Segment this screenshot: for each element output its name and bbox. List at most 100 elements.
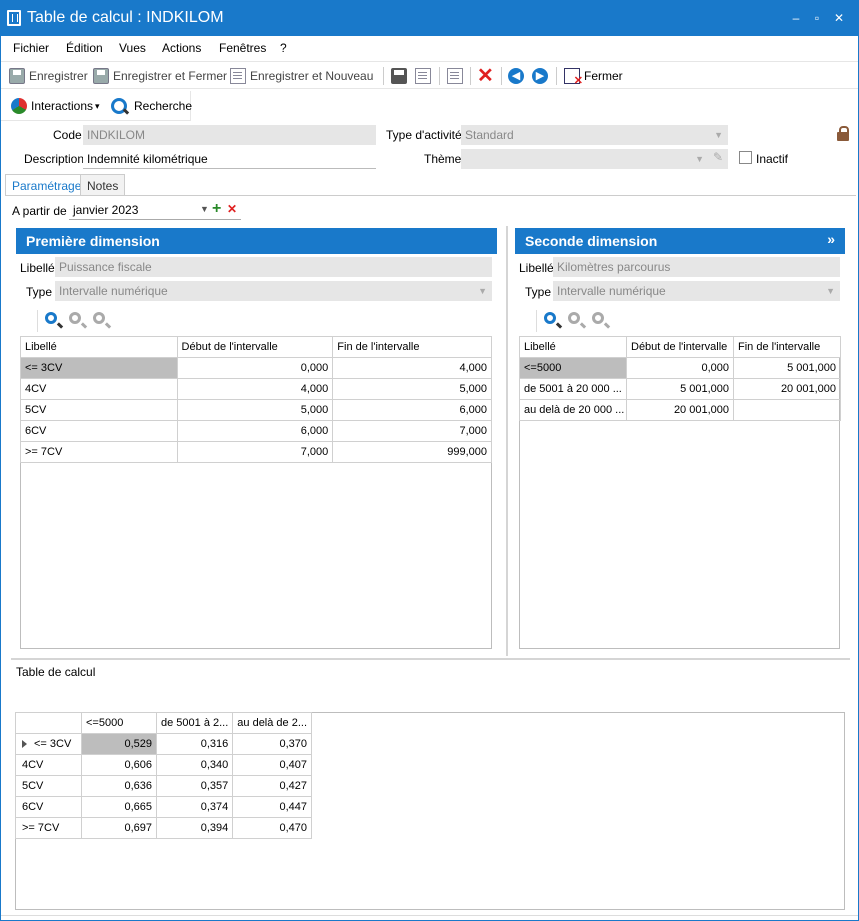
table-cell[interactable]: 4,000: [176, 378, 334, 400]
table-cell[interactable]: 4,000: [332, 357, 492, 379]
menu-vues[interactable]: Vues: [119, 41, 146, 55]
column-header[interactable]: Fin de l'intervalle: [733, 336, 841, 358]
table-cell[interactable]: 5CV: [20, 399, 178, 421]
table-cell[interactable]: 20 001,000: [626, 399, 734, 421]
first-type-select[interactable]: Intervalle numérique ▼: [55, 281, 492, 301]
table-cell[interactable]: <=5000: [519, 357, 627, 379]
table-cell[interactable]: 6CV: [20, 420, 178, 442]
table-row[interactable]: <= 3CV 0,000 4,000: [20, 357, 492, 379]
table-row[interactable]: 6CV 0,665 0,374 0,447: [15, 796, 313, 818]
table-cell[interactable]: 5 001,000: [626, 378, 734, 400]
tab-parametrage[interactable]: Paramétrage: [5, 174, 89, 196]
table-cell[interactable]: 0,529: [81, 733, 157, 755]
column-header[interactable]: Libellé: [20, 336, 178, 358]
table-cell[interactable]: 0,407: [232, 754, 313, 776]
table-cell[interactable]: 0,606: [81, 754, 157, 776]
previous-button[interactable]: ◀: [508, 67, 528, 85]
table-cell[interactable]: 20 001,000: [733, 378, 841, 400]
table-row[interactable]: >= 7CV 0,697 0,394 0,470: [15, 817, 313, 839]
table-cell[interactable]: [733, 399, 841, 421]
table-cell[interactable]: 0,340: [155, 754, 234, 776]
menu-fenetres[interactable]: Fenêtres: [219, 41, 266, 55]
vertical-splitter[interactable]: [506, 226, 508, 656]
table-cell[interactable]: 0,394: [155, 817, 234, 839]
table-row[interactable]: <=5000 0,000 5 001,000: [519, 357, 841, 379]
table-row[interactable]: >= 7CV 7,000 999,000: [20, 441, 492, 463]
zoom-out-button[interactable]: [91, 310, 109, 328]
table-cell[interactable]: 7,000: [176, 441, 334, 463]
maximize-button[interactable]: ▫: [810, 11, 824, 25]
save-close-button[interactable]: Enregistrer et Fermer: [93, 67, 227, 85]
table-cell[interactable]: 6,000: [176, 420, 334, 442]
table-cell[interactable]: 5 001,000: [733, 357, 841, 379]
add-icon[interactable]: +: [212, 200, 221, 218]
menu-help[interactable]: ?: [280, 41, 287, 55]
menu-fichier[interactable]: Fichier: [13, 41, 49, 55]
column-header[interactable]: Libellé: [519, 336, 627, 358]
code-field[interactable]: INDKILOM: [83, 125, 376, 145]
search-button[interactable]: Recherche: [111, 97, 192, 115]
interactions-button[interactable]: Interactions ▾: [11, 97, 100, 115]
zoom-out-button[interactable]: [590, 310, 608, 328]
tab-notes[interactable]: Notes: [80, 174, 126, 196]
table-row[interactable]: au delà de 20 000 ... 20 001,000: [519, 399, 841, 421]
zoom-in-button[interactable]: [67, 310, 85, 328]
table-row[interactable]: 4CV 0,606 0,340 0,407: [15, 754, 313, 776]
table-cell[interactable]: >= 7CV: [20, 441, 178, 463]
table-cell[interactable]: 0,447: [232, 796, 313, 818]
zoom-button[interactable]: [43, 310, 61, 328]
pencil-icon[interactable]: ✎: [713, 150, 723, 164]
table-cell[interactable]: 6,000: [332, 399, 492, 421]
column-header[interactable]: <=5000: [81, 712, 157, 734]
zoom-button[interactable]: [542, 310, 560, 328]
column-header[interactable]: Début de l'intervalle: [626, 336, 734, 358]
menu-edition[interactable]: Édition: [66, 41, 103, 55]
activity-type-select[interactable]: Standard ▼: [461, 125, 728, 145]
delete-button[interactable]: ✕: [477, 66, 497, 86]
table-row[interactable]: 5CV 5,000 6,000: [20, 399, 492, 421]
next-button[interactable]: ▶: [532, 67, 552, 85]
inactive-checkbox[interactable]: [739, 151, 752, 164]
table-cell[interactable]: 4CV: [20, 378, 178, 400]
double-chevron-right-icon[interactable]: »: [827, 231, 835, 247]
second-libelle-field[interactable]: Kilomètres parcourus: [553, 257, 840, 277]
table-row[interactable]: 6CV 6,000 7,000: [20, 420, 492, 442]
save-new-button[interactable]: Enregistrer et Nouveau: [230, 67, 373, 85]
theme-select[interactable]: ▼ ✎: [461, 149, 728, 169]
remove-icon[interactable]: ✕: [227, 202, 237, 216]
table-cell[interactable]: 7,000: [332, 420, 492, 442]
column-header[interactable]: de 5001 à 2...: [155, 712, 234, 734]
table-cell[interactable]: au delà de 20 000 ...: [519, 399, 627, 421]
table-cell[interactable]: 0,697: [81, 817, 157, 839]
minimize-button[interactable]: –: [789, 11, 803, 25]
column-header[interactable]: Fin de l'intervalle: [332, 336, 492, 358]
table-cell[interactable]: 0,470: [232, 817, 313, 839]
copy-button[interactable]: [447, 67, 467, 85]
table-row[interactable]: de 5001 à 20 000 ... 5 001,000 20 001,00…: [519, 378, 841, 400]
table-cell[interactable]: 0,665: [81, 796, 157, 818]
table-cell[interactable]: 5,000: [176, 399, 334, 421]
from-date-select[interactable]: janvier 2023 ▼ + ✕: [69, 200, 241, 220]
table-cell[interactable]: 0,357: [155, 775, 234, 797]
description-field[interactable]: Indemnité kilométrique: [83, 149, 376, 169]
column-header[interactable]: Début de l'intervalle: [176, 336, 334, 358]
table-cell[interactable]: 0,427: [232, 775, 313, 797]
second-type-select[interactable]: Intervalle numérique ▼: [553, 281, 840, 301]
horizontal-splitter[interactable]: [11, 658, 850, 660]
table-cell[interactable]: 0,000: [176, 357, 334, 379]
table-cell[interactable]: <= 3CV: [20, 357, 178, 379]
table-cell[interactable]: 5,000: [332, 378, 492, 400]
table-row[interactable]: 4CV 4,000 5,000: [20, 378, 492, 400]
table-cell[interactable]: 0,370: [232, 733, 313, 755]
close-button[interactable]: Fermer: [564, 67, 623, 87]
close-window-button[interactable]: ✕: [832, 11, 846, 25]
table-row[interactable]: <= 3CV 0,529 0,316 0,370: [15, 733, 313, 755]
table-cell[interactable]: 0,000: [626, 357, 734, 379]
table-row[interactable]: 5CV 0,636 0,357 0,427: [15, 775, 313, 797]
table-cell[interactable]: 999,000: [332, 441, 492, 463]
table-cell[interactable]: de 5001 à 20 000 ...: [519, 378, 627, 400]
print-preview-button[interactable]: [415, 67, 435, 85]
table-cell[interactable]: 0,636: [81, 775, 157, 797]
print-button[interactable]: [391, 67, 411, 85]
first-libelle-field[interactable]: Puissance fiscale: [55, 257, 492, 277]
